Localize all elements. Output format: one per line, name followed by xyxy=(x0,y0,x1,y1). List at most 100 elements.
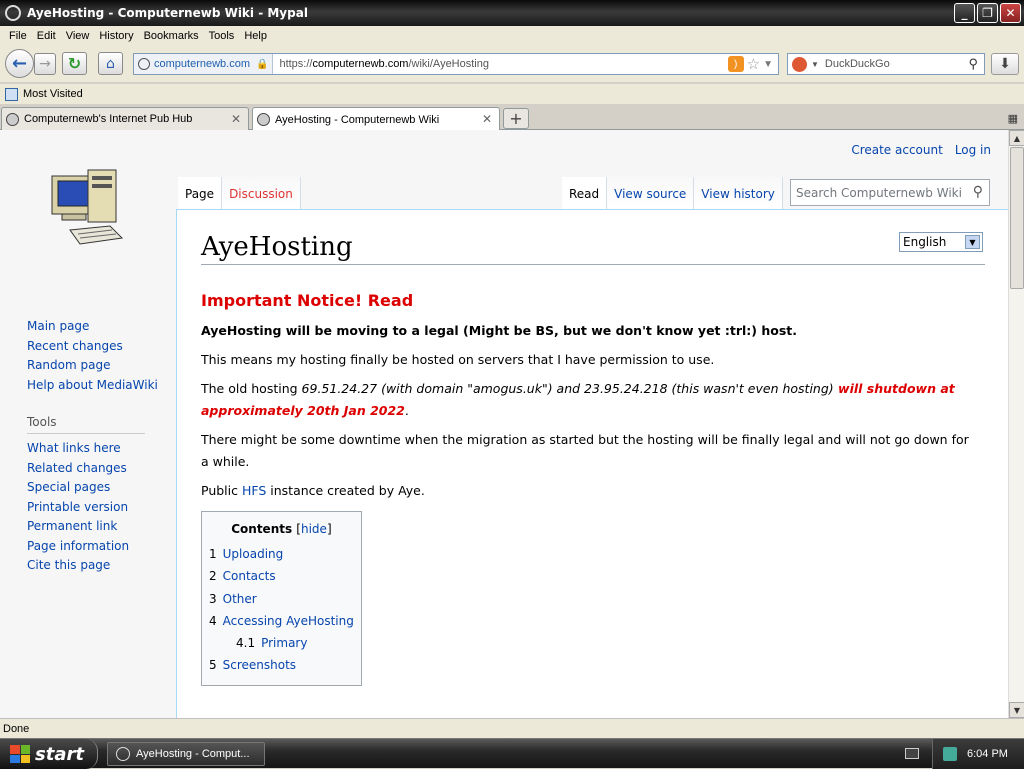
clock[interactable]: 6:04 PM xyxy=(967,748,1008,760)
toc-item-screenshots[interactable]: 5 Screenshots xyxy=(209,654,354,676)
taskbar-item-mypal[interactable]: AyeHosting - Comput... xyxy=(107,742,265,766)
start-button[interactable]: start xyxy=(0,739,98,769)
sidebar-item-permanent-link[interactable]: Permanent link xyxy=(27,517,158,537)
scroll-up-icon[interactable]: ▲ xyxy=(1009,130,1024,146)
bookmark-star-icon[interactable]: ☆ xyxy=(747,55,760,73)
toc-item-other[interactable]: 3 Other xyxy=(209,588,354,610)
search-icon[interactable]: ⚲ xyxy=(968,56,978,72)
keyboard-language-icon[interactable] xyxy=(905,748,919,759)
rss-feed-icon[interactable]: ) xyxy=(727,56,744,72)
close-button[interactable]: ✕ xyxy=(1000,3,1021,23)
create-account-link[interactable]: Create account xyxy=(851,143,943,157)
toc-item-accessing-ayehosting[interactable]: 4 Accessing AyeHosting xyxy=(209,610,354,632)
paragraph-downtime: There might be some downtime when the mi… xyxy=(201,432,969,469)
address-bar[interactable]: computernewb.com 🔒 https://computernewb.… xyxy=(133,53,779,75)
wiki-search-input[interactable]: Search Computernewb Wiki ⚲ xyxy=(790,179,990,206)
engine-dropdown-icon[interactable]: ▼ xyxy=(811,60,819,69)
toc-number: 3 xyxy=(209,591,217,606)
mypal-app-icon xyxy=(5,5,21,21)
sidebar-item-related-changes[interactable]: Related changes xyxy=(27,459,158,479)
minimize-button[interactable]: _ xyxy=(954,3,975,23)
bookmarks-toolbar: Most Visited xyxy=(0,84,1024,104)
maximize-button[interactable]: ❐ xyxy=(977,3,998,23)
toc-number: 5 xyxy=(209,658,217,673)
menu-edit[interactable]: Edit xyxy=(32,30,61,42)
menu-bookmarks[interactable]: Bookmarks xyxy=(139,30,204,42)
sidebar-item-what-links-here[interactable]: What links here xyxy=(27,439,158,459)
toc-number: 2 xyxy=(209,569,217,584)
para2-italic: 69.51.24.27 (with domain "amogus.uk") an… xyxy=(301,381,834,396)
menu-tools[interactable]: Tools xyxy=(204,30,240,42)
tab-computernewb-pub-hub[interactable]: Computernewb's Internet Pub Hub ✕ xyxy=(1,107,249,130)
title-bar: AyeHosting - Computernewb Wiki - Mypal _… xyxy=(0,0,1024,26)
network-tray-icon[interactable] xyxy=(943,747,957,761)
search-icon[interactable]: ⚲ xyxy=(973,184,983,200)
para4-end: instance created by Aye. xyxy=(266,483,425,498)
tab-close-icon[interactable]: ✕ xyxy=(231,112,241,126)
tools-heading: Tools xyxy=(27,415,145,434)
toc-text: Primary xyxy=(261,636,308,651)
tab-label: AyeHosting - Computernewb Wiki xyxy=(275,113,440,126)
tab-view-source[interactable]: View source xyxy=(607,177,695,209)
toc-title: Contents [hide] xyxy=(209,519,354,539)
scroll-down-icon[interactable]: ▼ xyxy=(1009,702,1024,718)
window-controls: _ ❐ ✕ xyxy=(954,3,1021,23)
site-identity-button[interactable]: computernewb.com 🔒 xyxy=(134,54,274,74)
menu-help[interactable]: Help xyxy=(239,30,272,42)
tab-view-history[interactable]: View history xyxy=(694,177,783,209)
log-in-link[interactable]: Log in xyxy=(955,143,991,157)
home-button[interactable]: ⌂ xyxy=(98,52,123,75)
toc-list: 1 Uploading 2 Contacts 3 Other 4 Accessing A… xyxy=(209,543,354,677)
tab-discussion[interactable]: Discussion xyxy=(222,177,301,209)
menu-file[interactable]: File xyxy=(4,30,32,42)
toc-text: Screenshots xyxy=(222,658,297,673)
sidebar-item-recent-changes[interactable]: Recent changes xyxy=(27,337,158,357)
url-text[interactable]: https://computernewb.com/wiki/AyeHosting xyxy=(273,58,727,70)
plus-icon: + xyxy=(509,109,523,128)
sidebar-item-special-pages[interactable]: Special pages xyxy=(27,478,158,498)
back-button[interactable]: ← xyxy=(5,49,34,78)
hfs-link[interactable]: HFS xyxy=(242,483,266,498)
reload-icon: ↻ xyxy=(67,54,82,73)
sidebar-item-printable-version[interactable]: Printable version xyxy=(27,498,158,518)
tab-ayehosting[interactable]: AyeHosting - Computernewb Wiki ✕ xyxy=(252,107,500,131)
toc-title-text: Contents xyxy=(231,522,293,536)
sidebar-item-random-page[interactable]: Random page xyxy=(27,356,158,376)
para2-start: The old hosting xyxy=(201,381,302,396)
url-history-dropdown-icon[interactable]: ▼ xyxy=(763,59,773,70)
tab-close-icon[interactable]: ✕ xyxy=(482,112,492,126)
search-engine-placeholder: DuckDuckGo xyxy=(824,58,890,70)
back-arrow-icon: ← xyxy=(11,53,28,74)
most-visited-bookmark[interactable]: Most Visited xyxy=(23,88,83,100)
new-tab-button[interactable]: + xyxy=(503,108,529,129)
duckduckgo-engine-icon[interactable] xyxy=(792,56,807,72)
toc-hide-bracket-close: ] xyxy=(326,522,332,536)
tab-page[interactable]: Page xyxy=(178,177,223,209)
menu-bar: File Edit View History Bookmarks Tools H… xyxy=(0,26,1024,46)
article-body: Important Notice! Read AyeHosting will b… xyxy=(201,290,971,686)
downloads-button[interactable]: ⬇ xyxy=(991,53,1019,75)
site-favicon-icon xyxy=(138,58,150,70)
page-title: AyeHosting xyxy=(201,232,985,265)
tab-read[interactable]: Read xyxy=(562,177,608,209)
sidebar-item-help[interactable]: Help about MediaWiki xyxy=(27,376,158,396)
reload-button[interactable]: ↻ xyxy=(62,52,87,75)
sidebar-item-page-information[interactable]: Page information xyxy=(27,537,158,557)
scrollbar-thumb[interactable] xyxy=(1010,147,1024,289)
search-bar[interactable]: ▼ DuckDuckGo ⚲ xyxy=(787,53,985,75)
forward-button[interactable]: → xyxy=(34,53,56,75)
tab-label: Computernewb's Internet Pub Hub xyxy=(24,113,193,125)
sidebar-item-main-page[interactable]: Main page xyxy=(27,317,158,337)
wiki-logo-computer-icon[interactable] xyxy=(50,166,130,252)
toc-hide-button[interactable]: hide xyxy=(301,522,327,536)
menu-history[interactable]: History xyxy=(94,30,138,42)
list-all-tabs-icon[interactable]: ▦ xyxy=(1008,112,1018,125)
menu-view[interactable]: View xyxy=(61,30,95,42)
sidebar-navigation: Main page Recent changes Random page Hel… xyxy=(27,317,158,576)
paragraph-old-hosting: The old hosting 69.51.24.27 (with domain… xyxy=(201,378,971,422)
toc-item-primary[interactable]: 4.1 Primary xyxy=(209,632,354,654)
sidebar-item-cite-this-page[interactable]: Cite this page xyxy=(27,556,158,576)
toc-item-contacts[interactable]: 2 Contacts xyxy=(209,565,354,587)
toc-item-uploading[interactable]: 1 Uploading xyxy=(209,543,354,565)
page-scrollbar[interactable]: ▲ ▼ xyxy=(1008,130,1024,718)
